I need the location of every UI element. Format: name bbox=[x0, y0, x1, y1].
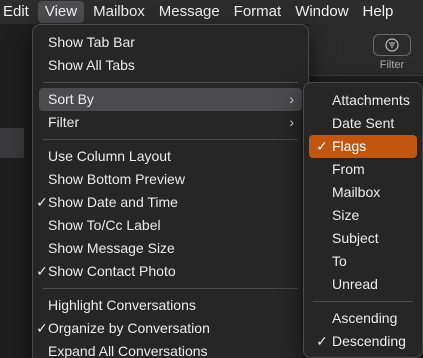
menu-item-label: Filter bbox=[48, 114, 80, 130]
menubar-item-help[interactable]: Help bbox=[356, 0, 401, 24]
menu-item-label: Show To/Cc Label bbox=[48, 217, 161, 233]
view-menu-item-use-column-layout[interactable]: Use Column Layout bbox=[39, 145, 302, 168]
menu-item-label: Highlight Conversations bbox=[48, 297, 196, 313]
checkmark-icon: ✓ bbox=[36, 263, 48, 279]
menu-item-label: Show Date and Time bbox=[48, 194, 178, 210]
menubar-item-format[interactable]: Format bbox=[227, 0, 289, 24]
checkmark-icon: ✓ bbox=[36, 320, 48, 336]
view-menu-item-show-message-size[interactable]: Show Message Size bbox=[39, 237, 302, 260]
menu-item-label: Descending bbox=[332, 333, 406, 349]
checkmark-icon: ✓ bbox=[316, 138, 328, 154]
sort-by-item-mailbox[interactable]: Mailbox bbox=[309, 181, 417, 204]
menu-item-label: Show Tab Bar bbox=[48, 34, 135, 50]
sort-by-item-unread[interactable]: Unread bbox=[309, 273, 417, 296]
menu-item-label: Organize by Conversation bbox=[48, 320, 210, 336]
sort-by-item-ascending[interactable]: Ascending bbox=[309, 307, 417, 330]
menu-item-label: Ascending bbox=[332, 310, 398, 326]
menu-item-label: Expand All Conversations bbox=[48, 343, 208, 358]
menu-separator bbox=[43, 139, 298, 140]
menubar-item-message[interactable]: Message bbox=[152, 0, 227, 24]
menu-separator bbox=[313, 301, 413, 302]
menu-item-label: Mailbox bbox=[332, 184, 381, 200]
view-menu-item-expand-all-conversations[interactable]: Expand All Conversations bbox=[39, 340, 302, 358]
chevron-right-icon: › bbox=[289, 114, 294, 130]
sort-by-item-size[interactable]: Size bbox=[309, 204, 417, 227]
menu-item-label: Show All Tabs bbox=[48, 57, 135, 73]
menu-item-label: To bbox=[332, 253, 347, 269]
sort-by-item-descending[interactable]: ✓ Descending bbox=[309, 330, 417, 353]
selected-mailbox-strip bbox=[0, 128, 24, 158]
view-menu-item-organize-by-conversation[interactable]: ✓ Organize by Conversation bbox=[36, 317, 302, 340]
sort-by-submenu: Attachments Date Sent ✓ Flags From Mailbox Siz… bbox=[303, 82, 423, 358]
menu-bar: Edit View Mailbox Message Format Window Help bbox=[0, 0, 423, 24]
sort-by-item-attachments[interactable]: Attachments bbox=[309, 89, 417, 112]
view-menu-item-show-all-tabs[interactable]: Show All Tabs bbox=[39, 54, 302, 77]
menu-separator bbox=[43, 82, 298, 83]
menu-item-label: From bbox=[332, 161, 365, 177]
menu-item-label: Attachments bbox=[332, 92, 410, 108]
menu-item-label: Size bbox=[332, 207, 360, 223]
view-menu-item-show-bottom-preview[interactable]: Show Bottom Preview bbox=[39, 168, 302, 191]
filter-icon bbox=[385, 38, 399, 52]
menubar-item-window[interactable]: Window bbox=[288, 0, 355, 24]
menu-item-label: Show Message Size bbox=[48, 240, 175, 256]
menu-item-label: Use Column Layout bbox=[48, 148, 171, 164]
menubar-item-edit[interactable]: Edit bbox=[0, 0, 36, 24]
checkmark-icon: ✓ bbox=[316, 333, 328, 349]
view-menu-item-show-contact-photo[interactable]: ✓ Show Contact Photo bbox=[36, 260, 302, 283]
chevron-right-icon: › bbox=[289, 91, 294, 107]
menu-item-label: Show Contact Photo bbox=[48, 263, 176, 279]
menu-item-label: Sort By bbox=[48, 91, 94, 107]
view-menu-item-show-date-and-time[interactable]: ✓ Show Date and Time bbox=[36, 191, 302, 214]
view-menu-item-filter[interactable]: Filter › bbox=[39, 111, 302, 134]
view-menu-item-highlight-conversations[interactable]: Highlight Conversations bbox=[39, 294, 302, 317]
menu-item-label: Subject bbox=[332, 230, 379, 246]
view-menu: Show Tab Bar Show All Tabs Sort By › Filter ›… bbox=[32, 24, 309, 358]
view-menu-item-show-tab-bar[interactable]: Show Tab Bar bbox=[39, 31, 302, 54]
sort-by-item-date-sent[interactable]: Date Sent bbox=[309, 112, 417, 135]
filter-label: Filter bbox=[379, 59, 405, 71]
view-menu-item-show-to-cc-label[interactable]: Show To/Cc Label bbox=[39, 214, 302, 237]
filter-button[interactable] bbox=[373, 34, 411, 56]
checkmark-icon: ✓ bbox=[36, 194, 48, 210]
menu-item-label: Unread bbox=[332, 276, 378, 292]
menu-separator bbox=[43, 288, 298, 289]
view-menu-item-sort-by[interactable]: Sort By › bbox=[39, 88, 302, 111]
menu-item-label: Show Bottom Preview bbox=[48, 171, 185, 187]
menu-item-label: Flags bbox=[332, 138, 367, 154]
sort-by-item-to[interactable]: To bbox=[309, 250, 417, 273]
sort-by-item-subject[interactable]: Subject bbox=[309, 227, 417, 250]
menubar-item-mailbox[interactable]: Mailbox bbox=[86, 0, 152, 24]
sort-by-item-flags[interactable]: ✓ Flags bbox=[309, 135, 417, 158]
menubar-item-view[interactable]: View bbox=[37, 1, 85, 23]
sort-by-item-from[interactable]: From bbox=[309, 158, 417, 181]
menu-item-label: Date Sent bbox=[332, 115, 395, 131]
